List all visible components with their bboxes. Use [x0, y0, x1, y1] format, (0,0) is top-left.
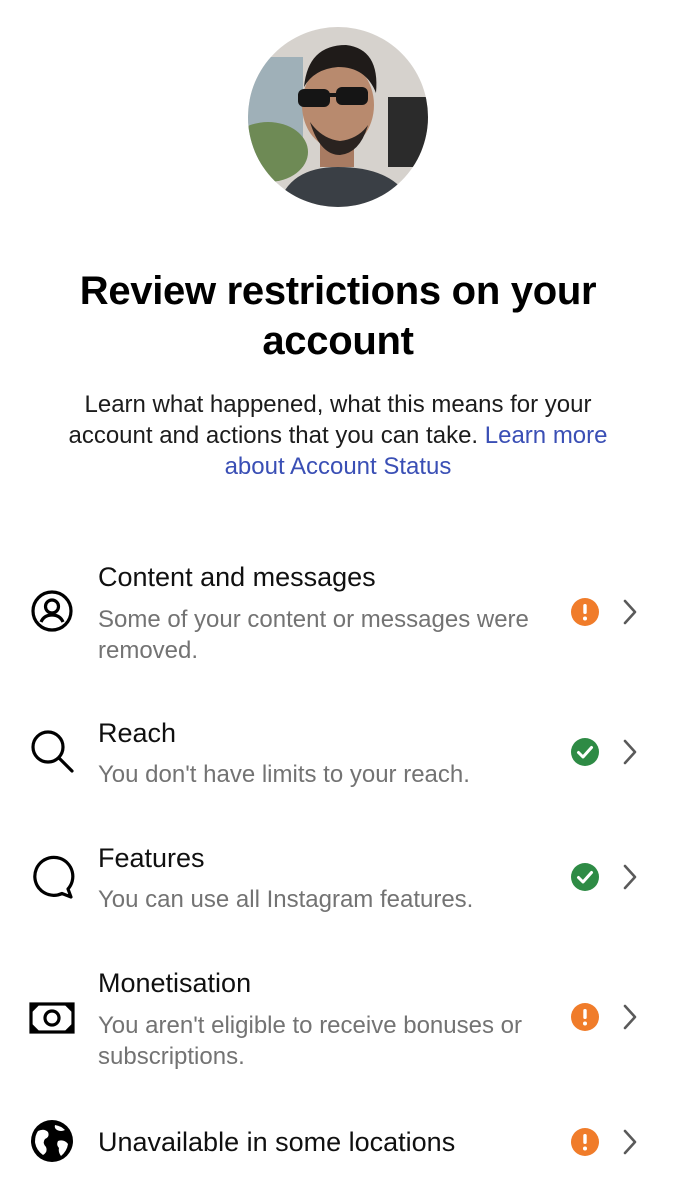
- chevron-right-icon: [623, 1129, 637, 1155]
- row-description: Some of your content or messages were re…: [98, 606, 529, 664]
- row-content-and-messages[interactable]: Content and messages Some of your conten…: [0, 555, 676, 675]
- profile-photo: [248, 27, 428, 207]
- row-title: Content and messages: [98, 562, 376, 592]
- warning-icon: [571, 1003, 599, 1031]
- row-reach[interactable]: Reach You don't have limits to your reac…: [0, 710, 676, 810]
- money-icon: [29, 1002, 75, 1034]
- page-title: Review restrictions on your account: [79, 269, 597, 363]
- chevron-right-icon: [623, 739, 637, 765]
- chevron-right-icon: [623, 1004, 637, 1030]
- profile-avatar: [248, 27, 428, 207]
- row-unavailable-locations[interactable]: Unavailable in some locations: [0, 1110, 676, 1180]
- row-title: Reach: [98, 718, 177, 748]
- row-description: You can use all Instagram features.: [98, 886, 474, 913]
- page-description: Learn what happened, what this means for…: [50, 389, 626, 482]
- search-icon: [31, 730, 74, 773]
- row-title: Monetisation: [98, 968, 252, 998]
- chevron-right-icon: [623, 599, 637, 625]
- row-description: You don't have limits to your reach.: [98, 761, 470, 788]
- check-circle-icon: [571, 863, 599, 891]
- row-description: You aren't eligible to receive bonuses o…: [98, 1012, 522, 1070]
- check-circle-icon: [571, 738, 599, 766]
- row-features[interactable]: Features You can use all Instagram featu…: [0, 835, 676, 935]
- warning-icon: [571, 598, 599, 626]
- row-monetisation[interactable]: Monetisation You aren't eligible to rece…: [0, 960, 676, 1080]
- user-circle-icon: [31, 590, 73, 632]
- row-title: Unavailable in some locations: [98, 1127, 456, 1157]
- row-title: Features: [98, 843, 205, 873]
- warning-icon: [571, 1128, 599, 1156]
- globe-icon: [31, 1120, 73, 1162]
- chevron-right-icon: [623, 864, 637, 890]
- speech-bubble-icon: [33, 855, 75, 899]
